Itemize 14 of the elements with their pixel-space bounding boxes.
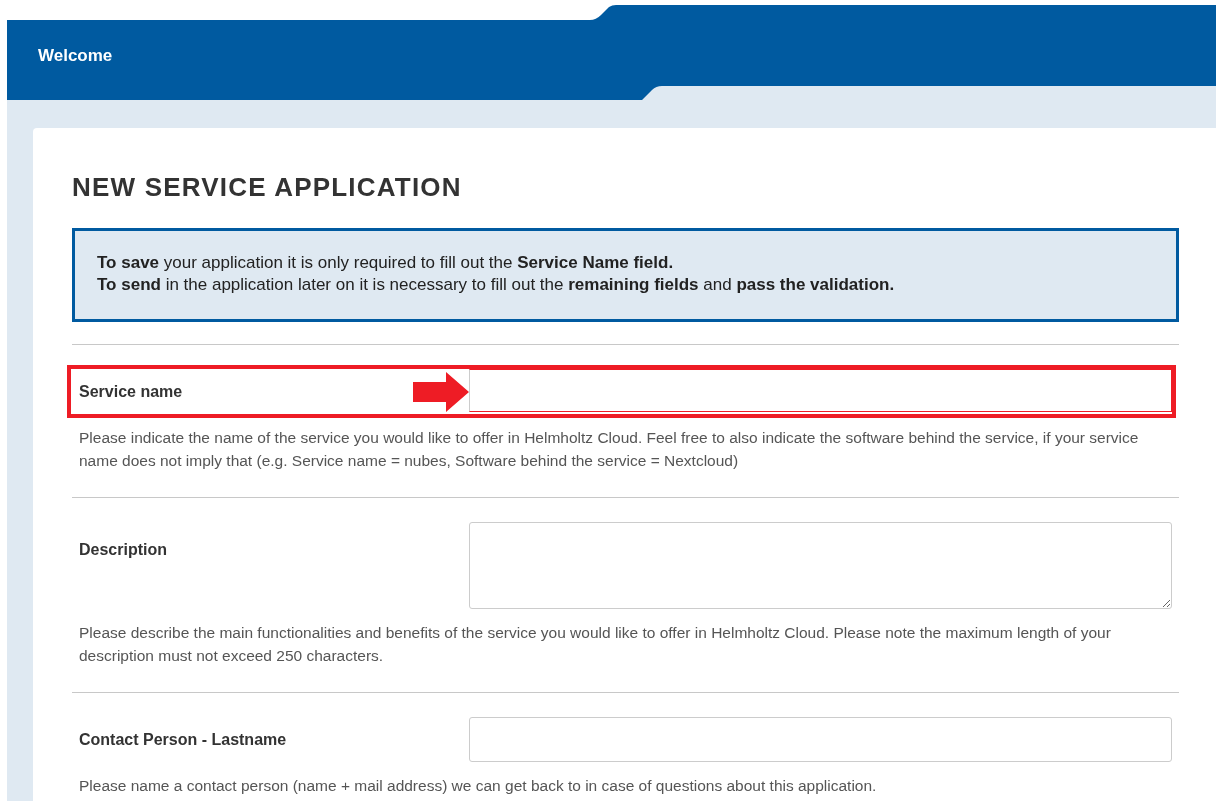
page-header-title: Welcome xyxy=(38,46,113,66)
help-text: Please indicate the name of the service you would like to offer in Helmholtz Cloud. Feel free to also indicate the software behind the service, if your service name does not imply that (e.g. Service name = nubes, Software behind the service = Nextcloud) xyxy=(79,428,1140,471)
arrow-icon xyxy=(413,371,469,412)
help-text: Please name a contact person (name + mail address) we can get back to in case of questions about this application. xyxy=(79,776,878,796)
help-text: Please describe the main functionalities and benefits of the service you would like to offer in Helmholtz Cloud. Please note the maximum length of your description must not exceed 250 characters. xyxy=(79,623,1112,666)
info-text: To save your application it is only required to fill out the Service Name field. xyxy=(97,252,675,274)
field-label: Description xyxy=(79,540,167,559)
text-field[interactable] xyxy=(469,717,1172,762)
field-label: Contact Person - Lastname xyxy=(79,730,287,749)
info-text: To send in the application later on it is necessary to fill out the remaining fields and pass the validation. xyxy=(97,274,896,296)
text-area[interactable] xyxy=(469,522,1172,609)
page-title: NEW SERVICE APPLICATION xyxy=(72,172,463,203)
field-label: Service name xyxy=(79,382,183,401)
text-field[interactable] xyxy=(469,369,1172,412)
